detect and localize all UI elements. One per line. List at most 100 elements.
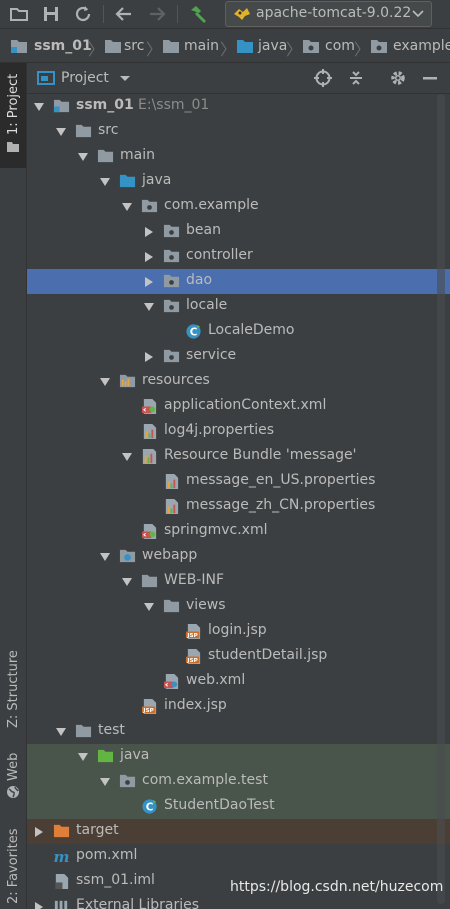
expand-arrow-down-icon[interactable] [121, 451, 133, 463]
tab-structure[interactable]: Z: Structure [0, 628, 26, 738]
expand-arrow-down-icon[interactable] [99, 176, 111, 188]
tab-web[interactable]: Web [0, 743, 26, 803]
tree-item-label: target [76, 822, 119, 838]
tree-row[interactable]: service [27, 344, 450, 369]
tree-row[interactable]: java [27, 169, 450, 194]
tree-row[interactable]: web.xml [27, 669, 450, 694]
forward-icon[interactable] [146, 3, 168, 25]
breadcrumb-item[interactable]: src [124, 38, 144, 54]
expand-arrow-right-icon[interactable] [143, 351, 155, 363]
expand-arrow-down-icon[interactable] [55, 126, 67, 138]
breadcrumb-item[interactable]: main [184, 38, 219, 54]
tree-row[interactable]: com.example [27, 194, 450, 219]
expand-arrow-right-icon[interactable] [143, 276, 155, 288]
folder-icon [105, 40, 121, 53]
tree-item-label: External Libraries [76, 897, 199, 909]
back-icon[interactable] [113, 3, 135, 25]
tree-row[interactable]: log4j.properties [27, 419, 450, 444]
tab-project[interactable]: 1: Project [0, 63, 26, 168]
package-icon [163, 274, 180, 288]
breadcrumb-item[interactable]: ssm_01 [34, 38, 92, 54]
tree-row[interactable]: message_en_US.properties [27, 469, 450, 494]
tree-row[interactable]: JSP index.jsp [27, 694, 450, 719]
tree-item-label: web.xml [186, 672, 246, 688]
sync-icon[interactable] [72, 3, 94, 25]
collapse-all-icon[interactable] [347, 69, 365, 87]
tree-row[interactable]: dao [27, 269, 450, 294]
expand-arrow-right-icon[interactable] [143, 251, 155, 263]
hide-panel-icon[interactable] [421, 69, 439, 87]
tree-row[interactable]: WEB-INF [27, 569, 450, 594]
expand-arrow-down-icon[interactable] [143, 601, 155, 613]
main-toolbar: apache-tomcat-9.0.22 [0, 0, 450, 29]
open-folder-icon[interactable] [8, 3, 30, 25]
tab-structure-label: Z: Structure [6, 650, 21, 728]
save-icon[interactable] [40, 3, 62, 25]
tree-row[interactable]: views [27, 594, 450, 619]
tree-row[interactable]: JSP studentDetail.jsp [27, 644, 450, 669]
expand-arrow-down-icon[interactable] [77, 151, 89, 163]
expand-arrow-right-icon[interactable] [143, 226, 155, 238]
breadcrumb-separator: 〉 [354, 40, 371, 59]
folder-icon [75, 124, 92, 138]
tree-row[interactable]: bean [27, 219, 450, 244]
expand-arrow-down-icon[interactable] [121, 576, 133, 588]
breadcrumb-item[interactable]: com [325, 38, 355, 54]
tree-row[interactable]: message_zh_CN.properties [27, 494, 450, 519]
build-hammer-icon[interactable] [187, 3, 209, 25]
tab-favorites[interactable]: 2: Favorites [0, 818, 26, 909]
expand-arrow-down-icon[interactable] [143, 301, 155, 313]
tree-row[interactable]: resources [27, 369, 450, 394]
breadcrumb-item[interactable]: java [258, 38, 287, 54]
panel-title[interactable]: Project [61, 70, 109, 86]
tree-row[interactable]: springmvc.xml [27, 519, 450, 544]
tree-row[interactable]: java [27, 744, 450, 769]
tree-row[interactable]: com.example.test [27, 769, 450, 794]
spring-xml-icon [141, 523, 157, 540]
expand-arrow-down-icon[interactable] [121, 201, 133, 213]
expand-arrow-down-icon[interactable] [33, 101, 45, 113]
tab-project-label: 1: Project [6, 73, 21, 135]
spring-xml-icon [141, 398, 157, 415]
package-icon [163, 249, 180, 263]
expand-arrow-down-icon[interactable] [99, 551, 111, 563]
tree-item-label: main [120, 147, 155, 163]
tree-row[interactable]: C LocaleDemo [27, 319, 450, 344]
tree-row[interactable]: target [27, 819, 450, 844]
tree-item-label: StudentDaoTest [164, 797, 275, 813]
expand-arrow-right-icon[interactable] [33, 826, 45, 838]
tree-row[interactable]: ssm_01 E:\ssm_01 [27, 94, 450, 119]
expand-arrow-down-icon[interactable] [77, 751, 89, 763]
library-icon [54, 900, 68, 909]
breadcrumb-separator: 〉 [220, 40, 237, 59]
excluded-folder-icon [53, 824, 70, 838]
chevron-down-icon[interactable] [119, 75, 131, 83]
locate-file-icon[interactable] [314, 69, 332, 87]
tree-row[interactable]: test [27, 719, 450, 744]
expand-arrow-down-icon[interactable] [99, 376, 111, 388]
folder-icon [75, 724, 92, 738]
gear-icon[interactable] [389, 69, 407, 87]
tree-scrollbar[interactable] [437, 94, 445, 904]
tree-row[interactable]: locale [27, 294, 450, 319]
tree-row[interactable]: External Libraries [27, 894, 450, 909]
run-config-selector[interactable]: apache-tomcat-9.0.22 [225, 1, 432, 27]
tree-row[interactable]: src [27, 119, 450, 144]
java-class-icon: C [186, 324, 201, 339]
tree-item-label: test [98, 722, 125, 738]
project-panel: Project ssm_01 E:\ssm_01 src main java com.ex… [27, 63, 450, 909]
tree-row[interactable]: applicationContext.xml [27, 394, 450, 419]
tree-row[interactable]: main [27, 144, 450, 169]
tree-row[interactable]: controller [27, 244, 450, 269]
expand-arrow-down-icon[interactable] [55, 726, 67, 738]
expand-arrow-down-icon[interactable] [99, 776, 111, 788]
tree-row[interactable]: Resource Bundle 'message' [27, 444, 450, 469]
folder-icon [7, 142, 19, 152]
package-icon [163, 299, 180, 313]
tree-row[interactable]: webapp [27, 544, 450, 569]
breadcrumb-item[interactable]: example [393, 38, 450, 54]
tree-row[interactable]: JSP login.jsp [27, 619, 450, 644]
tree-row[interactable]: C StudentDaoTest [27, 794, 450, 819]
expand-arrow-right-icon[interactable] [33, 901, 45, 909]
tree-row[interactable]: m pom.xml [27, 844, 450, 869]
